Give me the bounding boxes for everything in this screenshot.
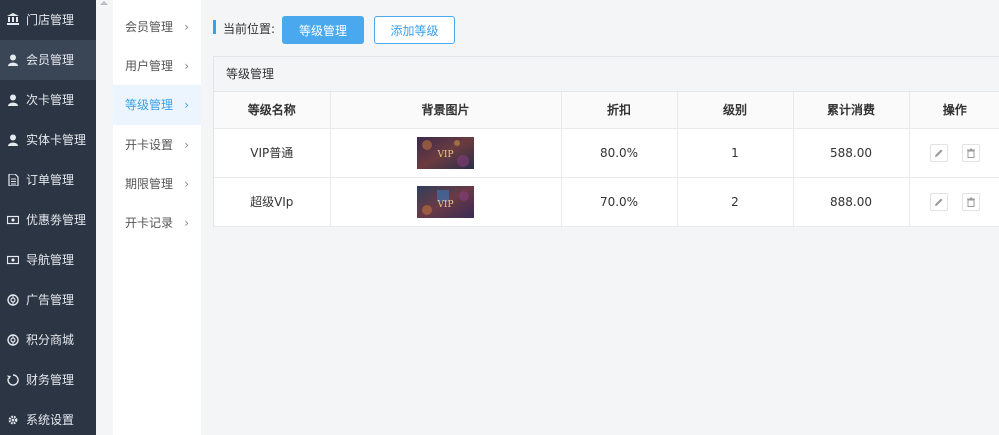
edit-button[interactable] [929, 143, 948, 162]
sidebar-item-label: 门店管理 [26, 13, 75, 27]
vip-card-thumbnail[interactable]: VIP [417, 136, 474, 169]
sidebar-item-navigation[interactable]: 导航管理 [0, 248, 96, 274]
level-cell: 2 [677, 177, 794, 227]
user-icon [7, 94, 19, 106]
vip-card-thumbnail[interactable]: VIP [417, 185, 474, 218]
scroll-up-arrow[interactable] [99, 0, 109, 6]
panel-title: 等级管理 [214, 57, 999, 92]
submenu-item-member[interactable]: 会员管理 › [113, 7, 201, 47]
chevron-right-icon: › [184, 20, 189, 34]
lifebuoy-icon [7, 294, 19, 306]
discount-cell: 70.0% [561, 177, 678, 227]
recycle-icon [7, 374, 19, 386]
add-level-button[interactable]: 添加等级 [374, 16, 455, 44]
sidebar-item-label: 积分商城 [26, 333, 75, 347]
actions-cell [909, 177, 999, 227]
breadcrumb-marker [213, 20, 216, 34]
pencil-icon [934, 149, 943, 157]
sidebar-item-label: 优惠劵管理 [26, 213, 87, 227]
chevron-right-icon: › [184, 177, 189, 191]
sidebar-item-count-card[interactable]: 次卡管理 [0, 80, 96, 120]
pencil-icon [934, 198, 943, 206]
column-header-image: 背景图片 [330, 92, 562, 129]
sidebar-item-coupons[interactable]: 优惠劵管理 [0, 200, 96, 248]
table-row: 超级VIp VIP 70.0% 2 888.00 [214, 177, 999, 227]
submenu-item-label: 开卡设置 [125, 138, 174, 152]
chevron-right-icon: › [184, 138, 189, 152]
submenu-item-label: 期限管理 [125, 177, 174, 191]
sidebar-item-physical-card[interactable]: 实体卡管理 [0, 120, 96, 168]
trash-icon [966, 148, 975, 158]
sidebar-item-label: 实体卡管理 [26, 133, 87, 147]
gear-icon [7, 414, 19, 426]
column-header-discount: 折扣 [561, 92, 678, 129]
bank-icon [7, 13, 19, 25]
ticket-icon [7, 254, 19, 266]
sidebar-item-orders[interactable]: 订单管理 [0, 168, 96, 192]
background-image-cell: VIP [330, 128, 562, 178]
trash-icon [966, 197, 975, 207]
column-header-level: 级别 [677, 92, 794, 129]
lifebuoy-icon [7, 334, 19, 346]
background-image-cell: VIP [330, 177, 562, 227]
level-panel: 等级管理 等级名称 背景图片 折扣 级别 累计消费 操作 VIP普通 VIP 8… [213, 56, 999, 227]
submenu-item-user[interactable]: 用户管理 › [113, 46, 201, 86]
submenu-item-label: 等级管理 [125, 98, 174, 112]
main-sidebar: 门店管理 会员管理 次卡管理 实体卡管理 订单管理 优惠劵管理 导航管理 广告管… [0, 0, 96, 435]
breadcrumb-label: 当前位置: [223, 22, 276, 36]
sidebar-item-store[interactable]: 门店管理 [0, 0, 96, 40]
level-table: 等级名称 背景图片 折扣 级别 累计消费 操作 VIP普通 VIP 80.0% … [214, 92, 999, 227]
sidebar-item-label: 广告管理 [26, 293, 75, 307]
submenu-item-label: 开卡记录 [125, 216, 174, 230]
sidebar-item-finance[interactable]: 财务管理 [0, 360, 96, 400]
column-header-actions: 操作 [909, 92, 999, 129]
total-spend-cell: 888.00 [793, 177, 910, 227]
thumb-text: VIP [436, 200, 453, 210]
submenu-item-level[interactable]: 等级管理 › [113, 85, 201, 125]
submenu-item-card-records[interactable]: 开卡记录 › [113, 203, 201, 243]
sidebar-item-label: 会员管理 [26, 53, 75, 67]
delete-button[interactable] [961, 192, 980, 211]
column-header-name: 等级名称 [214, 92, 331, 129]
level-cell: 1 [677, 128, 794, 178]
user-icon [7, 54, 19, 66]
level-name-cell: VIP普通 [214, 128, 331, 178]
table-header-row: 等级名称 背景图片 折扣 级别 累计消费 操作 [214, 92, 999, 129]
sidebar-item-ads[interactable]: 广告管理 [0, 280, 96, 320]
actions-cell [909, 128, 999, 178]
table-row: VIP普通 VIP 80.0% 1 588.00 [214, 128, 999, 178]
column-header-total: 累计消费 [793, 92, 910, 129]
chevron-right-icon: › [184, 216, 189, 230]
document-icon [7, 174, 19, 186]
current-location-button[interactable]: 等级管理 [282, 16, 364, 44]
sidebar-item-label: 次卡管理 [26, 93, 75, 107]
submenu-item-card-settings[interactable]: 开卡设置 › [113, 125, 201, 165]
chevron-right-icon: › [184, 59, 189, 73]
sidebar-item-label: 系统设置 [26, 413, 75, 427]
submenu-item-term[interactable]: 期限管理 › [113, 164, 201, 204]
sidebar-item-member[interactable]: 会员管理 [0, 40, 96, 80]
sidebar-item-label: 导航管理 [26, 253, 75, 267]
main-content: 当前位置: 等级管理 添加等级 等级管理 等级名称 背景图片 折扣 级别 累计消… [201, 0, 999, 435]
level-name-cell: 超级VIp [214, 177, 331, 227]
edit-button[interactable] [929, 192, 948, 211]
delete-button[interactable] [961, 143, 980, 162]
thumb-text: VIP [436, 150, 453, 160]
sidebar-item-points-mall[interactable]: 积分商城 [0, 320, 96, 360]
sub-menu: 会员管理 › 用户管理 › 等级管理 › 开卡设置 › 期限管理 › 开卡记录 … [113, 0, 201, 435]
sidebar-item-settings[interactable]: 系统设置 [0, 400, 96, 435]
discount-cell: 80.0% [561, 128, 678, 178]
submenu-item-label: 用户管理 [125, 59, 174, 73]
total-spend-cell: 588.00 [793, 128, 910, 178]
sidebar-item-label: 订单管理 [26, 173, 75, 187]
submenu-item-label: 会员管理 [125, 20, 174, 34]
chevron-right-icon: › [184, 98, 189, 112]
sidebar-item-label: 财务管理 [26, 373, 75, 387]
